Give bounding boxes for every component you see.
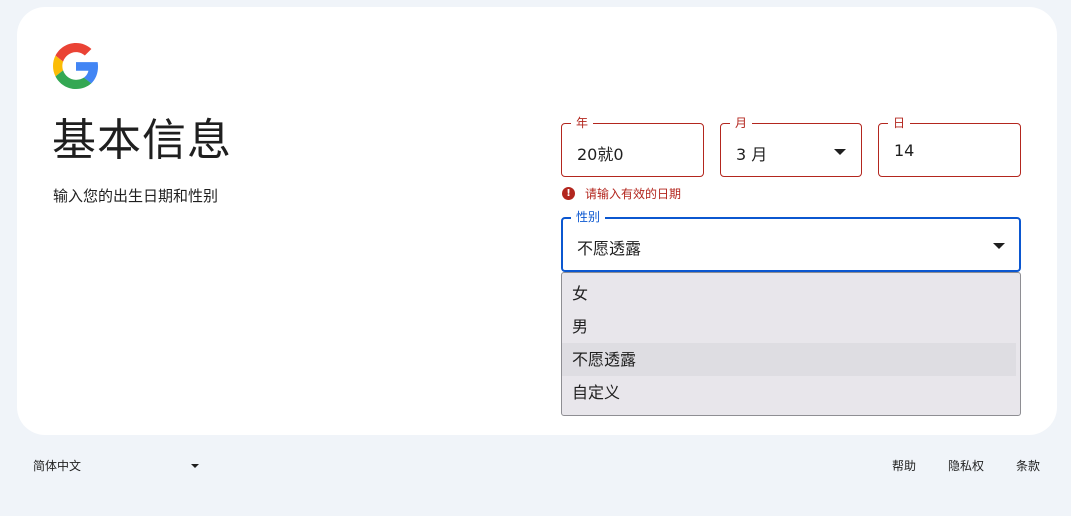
date-error-text: 请输入有效的日期 [585,187,682,201]
gender-option-undisclosed[interactable]: 不愿透露 [562,343,1016,376]
day-field[interactable]: 日 14 [878,115,1021,177]
day-input[interactable]: 14 [894,141,914,160]
error-icon: ! [562,187,575,200]
month-select[interactable]: 月 3 月 [720,115,862,177]
gender-option-male[interactable]: 男 [562,310,1016,343]
gender-value: 不愿透露 [577,239,642,258]
footer: 简体中文 帮助 隐私权 条款 [0,457,1071,477]
month-value: 3 月 [736,145,768,164]
language-selector[interactable]: 简体中文 [33,457,81,474]
help-link[interactable]: 帮助 [892,457,916,474]
dropdown-arrow-icon [834,149,846,155]
gender-dropdown-list: 女 男 不愿透露 自定义 [561,272,1021,416]
year-field[interactable]: 年 20就0 [561,115,704,177]
day-label: 日 [888,115,911,131]
month-label: 月 [730,115,753,131]
page-subtitle: 输入您的出生日期和性别 [53,187,219,205]
gender-option-female[interactable]: 女 [562,277,1016,310]
dropdown-arrow-icon [993,243,1005,249]
terms-link[interactable]: 条款 [1016,457,1040,474]
gender-select[interactable]: 性别 不愿透露 [561,209,1021,272]
year-label: 年 [571,115,594,131]
privacy-link[interactable]: 隐私权 [948,457,984,474]
date-error: ! 请输入有效的日期 [562,185,681,202]
gender-label: 性别 [571,209,606,225]
gender-option-custom[interactable]: 自定义 [562,376,1016,409]
signup-card: 基本信息 输入您的出生日期和性别 年 20就0 月 3 月 日 14 ! 请输入… [17,7,1057,435]
language-dropdown-arrow-icon[interactable] [191,464,199,468]
page-title: 基本信息 [52,115,232,166]
year-input[interactable]: 20就0 [577,141,624,165]
google-logo-icon [53,43,99,89]
